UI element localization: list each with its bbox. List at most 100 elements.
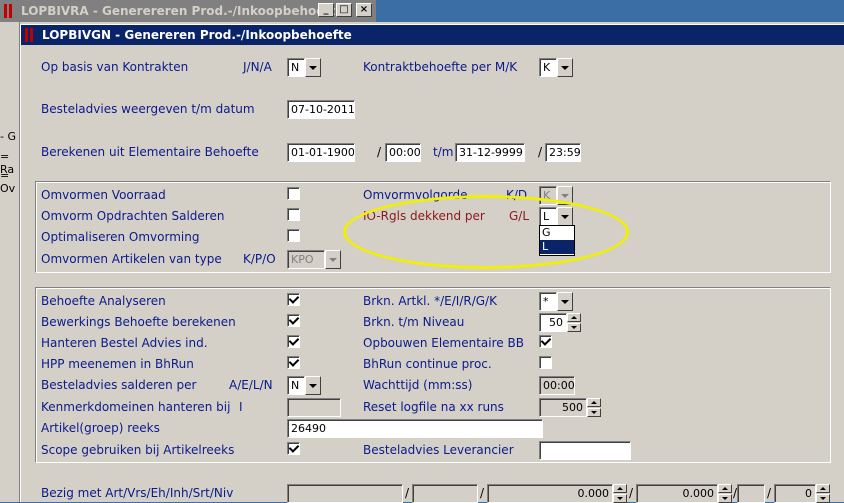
op-basis-select[interactable]: N <box>287 58 321 77</box>
op-basis-codes: J/N/A <box>243 60 272 74</box>
scope-label: Scope gebruiken bij Artikelreeks <box>41 443 235 457</box>
op-basis-label: Op basis van Kontrakten <box>41 60 189 74</box>
io-rgls-value: L <box>539 207 557 226</box>
bezig-srt-field <box>737 484 765 503</box>
salderen-select[interactable]: N <box>287 376 321 395</box>
reset-value[interactable]: 500 <box>539 398 587 417</box>
bezig-eh-value: 0.000 <box>487 484 613 503</box>
separator: / <box>629 486 634 500</box>
opbouwen-checkbox[interactable] <box>539 335 552 348</box>
time-to-field[interactable]: 23:59 <box>545 143 581 162</box>
wachttijd-field[interactable]: 00:00 <box>539 376 575 395</box>
outer-title-bar[interactable]: LOPBIVRA - Generereren Prod.-/Inkoopbeho… <box>0 0 376 22</box>
bewerkings-label: Bewerkings Behoefte berekenen <box>41 315 236 329</box>
omvorm-opdrachten-checkbox[interactable] <box>287 208 300 221</box>
separator: / <box>767 486 772 500</box>
opbouwen-label: Opbouwen Elementaire BB <box>363 336 524 350</box>
spin-up-icon <box>613 484 627 493</box>
io-rgls-option-g[interactable]: G <box>540 226 574 240</box>
kenmerk-code: I <box>239 400 243 414</box>
behoefte-analyseren-checkbox[interactable] <box>287 293 300 306</box>
tm-label: t/m <box>433 145 454 159</box>
io-rgls-option-l[interactable]: L <box>540 240 574 254</box>
brkn-artkl-value: * <box>539 292 557 311</box>
omvormvolgorde-value: K <box>539 186 557 205</box>
separator: / <box>538 145 543 159</box>
io-rgls-select[interactable]: L <box>539 207 573 226</box>
chevron-down-icon[interactable] <box>305 376 321 395</box>
spin-up-icon <box>718 484 732 493</box>
app-icon <box>4 4 16 18</box>
kontrakt-label: Kontraktbehoefte per M/K <box>363 60 518 74</box>
salderen-codes: A/E/L/N <box>229 378 273 392</box>
kenmerk-label: Kenmerkdomeinen hanteren bij <box>41 400 231 414</box>
spin-up-icon[interactable] <box>587 398 601 407</box>
hpp-checkbox[interactable] <box>287 356 300 369</box>
time-from-field[interactable]: 00:00 <box>385 143 421 162</box>
omvormvolgorde-codes: K/D <box>506 188 528 202</box>
bezig-art-field <box>287 484 403 503</box>
maximize-button[interactable]: □ <box>336 3 352 17</box>
bhrun-checkbox[interactable] <box>539 356 552 369</box>
scope-checkbox[interactable] <box>287 442 300 455</box>
bezig-niv-stepper: 0 <box>774 484 830 503</box>
bezig-inh-stepper: 0.000 <box>636 484 732 503</box>
salderen-value: N <box>287 376 305 395</box>
spin-up-icon <box>816 484 830 493</box>
bhrun-label: BhRun continue proc. <box>363 357 492 371</box>
behoefte-analyseren-label: Behoefte Analyseren <box>41 294 166 308</box>
chevron-down-icon[interactable] <box>557 207 573 226</box>
chevron-down-icon[interactable] <box>557 292 573 311</box>
berekenen-label: Berekenen uit Elementaire Behoefte <box>41 145 259 159</box>
inner-window-title: LOPBIVGN - Genereren Prod.-/Inkoopbehoef… <box>42 28 352 42</box>
chevron-down-icon[interactable] <box>557 186 573 205</box>
reset-stepper[interactable]: 500 <box>539 398 601 417</box>
close-button[interactable]: × <box>356 3 372 17</box>
hanteren-checkbox[interactable] <box>287 335 300 348</box>
minimize-button[interactable]: _ <box>318 3 334 17</box>
bezig-inh-value: 0.000 <box>636 484 718 503</box>
besteladvies-date-field[interactable]: 07-10-2011 <box>287 100 355 119</box>
optimaliseren-checkbox[interactable] <box>287 229 300 242</box>
date-from-field[interactable]: 01-01-1900 <box>287 143 355 162</box>
brkn-artkl-label: Brkn. Artkl. */E/I/R/G/K <box>363 294 497 308</box>
brkn-niveau-label: Brkn. t/m Niveau <box>363 315 465 329</box>
artikel-reeks-field[interactable]: 26490 <box>287 419 543 438</box>
bezig-eh-stepper: 0.000 <box>487 484 627 503</box>
omvormen-voorraad-checkbox[interactable] <box>287 187 300 200</box>
bezig-label: Bezig met Art/Vrs/Eh/Inh/Srt/Niv <box>41 486 234 500</box>
desktop-background <box>376 0 844 22</box>
app-icon <box>25 28 37 42</box>
bezig-niv-value: 0 <box>774 484 816 503</box>
bezig-vrs-field <box>412 484 478 503</box>
omvormen-voorraad-label: Omvormen Voorraad <box>41 188 166 202</box>
kontrakt-select[interactable]: K <box>539 58 573 77</box>
op-basis-value: N <box>287 58 305 77</box>
chevron-down-icon[interactable] <box>325 250 341 269</box>
wachttijd-label: Wachttijd (mm:ss) <box>363 378 473 392</box>
artikel-label: Artikel(groep) reeks <box>41 421 160 435</box>
spin-down-icon[interactable] <box>567 323 581 332</box>
date-to-field[interactable]: 31-12-9999 <box>455 143 525 162</box>
brkn-niveau-value[interactable]: 50 <box>539 313 567 332</box>
bewerkings-checkbox[interactable] <box>287 314 300 327</box>
kenmerk-field[interactable] <box>287 398 341 417</box>
inner-window: LOPBIVGN - Genereren Prod.-/Inkoopbehoef… <box>20 24 844 503</box>
left-strip-item: - G <box>0 130 16 143</box>
omvormen-artikelen-value: KPO <box>287 250 325 269</box>
kontrakt-value: K <box>539 58 557 77</box>
chevron-down-icon[interactable] <box>557 58 573 77</box>
omvormen-artikelen-select[interactable]: KPO <box>287 250 341 269</box>
io-rgls-dropdown-list[interactable]: G L <box>539 225 575 256</box>
spin-up-icon[interactable] <box>567 313 581 322</box>
optimaliseren-label: Optimaliseren Omvorming <box>41 230 200 244</box>
brkn-artkl-select[interactable]: * <box>539 292 573 311</box>
omvorm-opdrachten-label: Omvorm Opdrachten Salderen <box>41 209 225 223</box>
besteladvies-label: Besteladvies weergeven t/m datum <box>41 102 255 116</box>
leverancier-field[interactable] <box>539 441 631 460</box>
inner-title-bar[interactable]: LOPBIVGN - Genereren Prod.-/Inkoopbehoef… <box>21 25 844 45</box>
omvormvolgorde-select[interactable]: K <box>539 186 573 205</box>
spin-down-icon[interactable] <box>587 408 601 417</box>
brkn-niveau-stepper[interactable]: 50 <box>539 313 581 332</box>
chevron-down-icon[interactable] <box>305 58 321 77</box>
